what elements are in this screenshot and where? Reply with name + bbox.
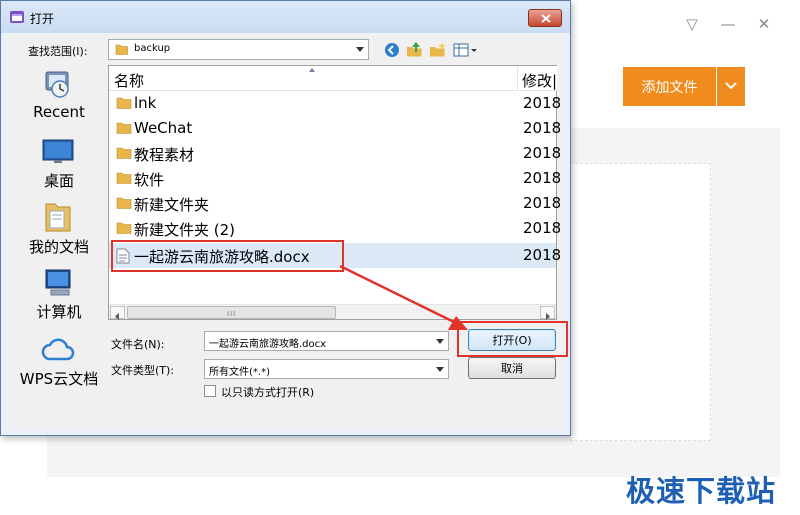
screen: ▽ — ✕ 添加文件 极速下载站 打开 查找范围(I): backup Rece… [0, 0, 800, 515]
annotation-arrow-icon [339, 264, 468, 330]
